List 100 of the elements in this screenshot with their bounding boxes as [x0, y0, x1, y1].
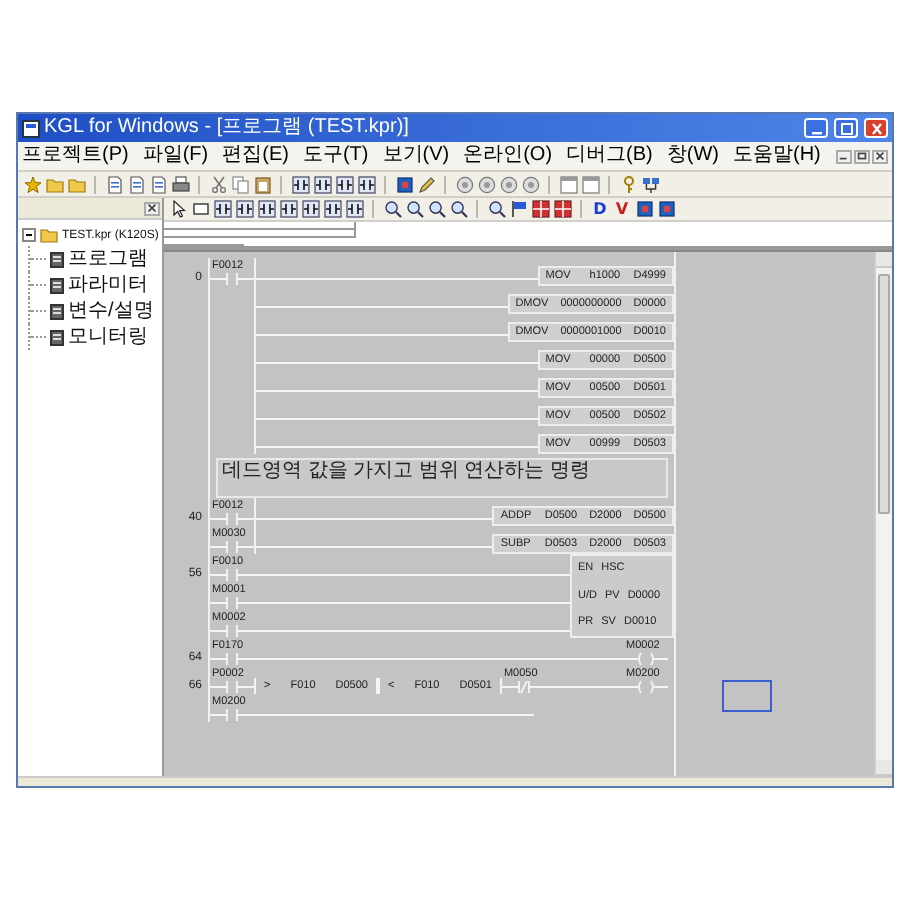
- toolbar-button[interactable]: [290, 174, 310, 194]
- toolbar-button[interactable]: [168, 199, 188, 219]
- scrollbar-thumb[interactable]: [878, 274, 890, 514]
- chip-icon: [395, 175, 413, 193]
- star-icon: [23, 175, 41, 193]
- pointer-icon: [169, 200, 187, 218]
- scrollbar[interactable]: [874, 252, 892, 776]
- window-title: KGL for Windows - [프로그램 (TEST.kpr)]: [44, 116, 409, 140]
- circle-icon: [499, 175, 517, 193]
- toolbar-button[interactable]: [312, 174, 332, 194]
- menu-item[interactable]: 온라인(O): [463, 144, 553, 168]
- tree-item[interactable]: 프로그램: [68, 247, 148, 271]
- magnifier-icon: [427, 200, 445, 218]
- contact-icon: [335, 175, 353, 193]
- rung-comment: 데드영역 값을 가지고 범위 연산하는 명령: [216, 458, 668, 498]
- contact-icon: [323, 200, 341, 218]
- circle-icon: [521, 175, 539, 193]
- document-icon: [50, 303, 64, 319]
- toolbar-button[interactable]: [508, 199, 528, 219]
- close-button[interactable]: [872, 149, 888, 163]
- toolbar-button[interactable]: [426, 199, 446, 219]
- contact-icon: [313, 175, 331, 193]
- toolbar-button[interactable]: [322, 199, 342, 219]
- document-icon: [50, 251, 64, 267]
- minimize-button[interactable]: [836, 149, 852, 163]
- pages-icon: [231, 175, 249, 193]
- menu-item[interactable]: 편집(E): [222, 144, 289, 168]
- close-button[interactable]: [144, 201, 160, 215]
- contact-icon: [213, 200, 231, 218]
- folder-icon: [40, 226, 58, 244]
- restore-icon: [856, 150, 868, 162]
- magnifier-icon: [383, 200, 401, 218]
- magnifier-icon: [449, 200, 467, 218]
- rectangle-icon: [191, 200, 209, 218]
- toolbar-button[interactable]: [530, 199, 550, 219]
- toolbar-button[interactable]: [278, 199, 298, 219]
- network-icon: [641, 175, 659, 193]
- page-icon: [149, 175, 167, 193]
- magnifier-icon: [405, 200, 423, 218]
- toolbar-button[interactable]: [404, 199, 424, 219]
- toolbar-button[interactable]: [640, 174, 660, 194]
- maximize-button[interactable]: [834, 118, 858, 138]
- page-icon: [105, 175, 123, 193]
- toolbar-button[interactable]: [234, 199, 254, 219]
- close-icon: [146, 202, 158, 214]
- key-icon: [619, 175, 637, 193]
- contact-icon: [291, 175, 309, 193]
- toolbar-button[interactable]: [634, 199, 654, 219]
- window-icon: [559, 175, 577, 193]
- circle-icon: [477, 175, 495, 193]
- window-icon: [581, 175, 599, 193]
- grid-icon: [531, 200, 549, 218]
- collapse-toggle[interactable]: [22, 228, 36, 242]
- toolbar-button[interactable]: V: [612, 199, 632, 219]
- contact-icon: [279, 200, 297, 218]
- circle-icon: [455, 175, 473, 193]
- menu-item[interactable]: 창(W): [666, 144, 719, 168]
- maximize-icon: [837, 121, 855, 135]
- contact-icon: [257, 200, 275, 218]
- toolbar-button[interactable]: [448, 199, 468, 219]
- tree-item[interactable]: 모니터링: [68, 325, 148, 349]
- menu-item[interactable]: 디버그(B): [566, 144, 653, 168]
- toolbar-button[interactable]: [382, 199, 402, 219]
- restore-button[interactable]: [854, 149, 870, 163]
- toolbar-button[interactable]: [356, 174, 376, 194]
- scissors-icon: [209, 175, 227, 193]
- contact-icon: [357, 175, 375, 193]
- magnifier-icon: [487, 200, 505, 218]
- menu-item[interactable]: 보기(V): [382, 144, 450, 168]
- contact-icon: [235, 200, 253, 218]
- toolbar-button[interactable]: [170, 174, 190, 194]
- toolbar-button[interactable]: D: [590, 199, 610, 219]
- toolbar-button[interactable]: [300, 199, 320, 219]
- flag-icon: [509, 200, 527, 218]
- menu-item[interactable]: 프로젝트(P): [22, 144, 129, 168]
- toolbar-button[interactable]: [394, 174, 414, 194]
- toolbar-button[interactable]: [212, 199, 232, 219]
- document-icon: [50, 329, 64, 345]
- close-icon: [874, 150, 886, 162]
- toolbar-button[interactable]: [486, 199, 506, 219]
- cell-cursor: [722, 680, 772, 712]
- contact-icon: [345, 200, 363, 218]
- toolbar-button[interactable]: [344, 199, 364, 219]
- close-icon: [867, 121, 885, 135]
- toolbar-button[interactable]: [334, 174, 354, 194]
- toolbar-button[interactable]: [552, 199, 572, 219]
- menu-item[interactable]: 도움말(H): [733, 144, 821, 168]
- tree-item[interactable]: 파라미터: [68, 273, 148, 297]
- printer-icon: [171, 175, 189, 193]
- tree-item[interactable]: 변수/설명: [68, 299, 154, 323]
- page-icon: [127, 175, 145, 193]
- toolbar-button[interactable]: [256, 199, 276, 219]
- document-icon: [50, 277, 64, 293]
- grid-icon: [553, 200, 571, 218]
- menu-item[interactable]: 파일(F): [142, 144, 209, 168]
- window-icon: [22, 119, 40, 137]
- toolbar-button[interactable]: [416, 174, 436, 194]
- menu-item[interactable]: 도구(T): [302, 144, 369, 168]
- toolbar-button[interactable]: [656, 199, 676, 219]
- clipboard-icon: [253, 175, 271, 193]
